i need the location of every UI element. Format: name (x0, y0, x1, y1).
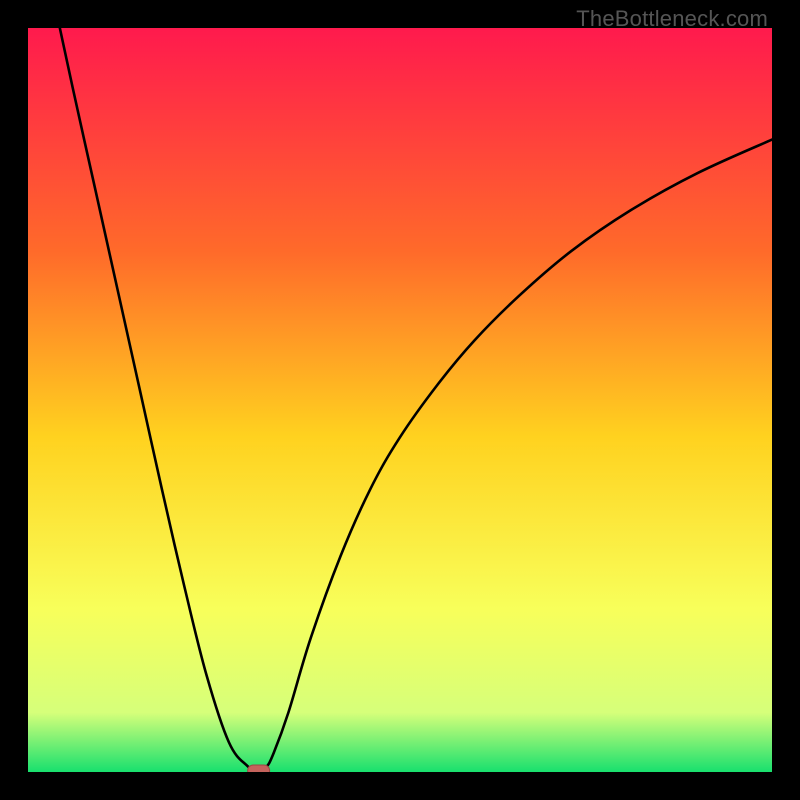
chart-frame (28, 28, 772, 772)
optimal-marker (248, 765, 270, 772)
bottleneck-chart (28, 28, 772, 772)
watermark-text: TheBottleneck.com (576, 6, 768, 32)
gradient-background (28, 28, 772, 772)
